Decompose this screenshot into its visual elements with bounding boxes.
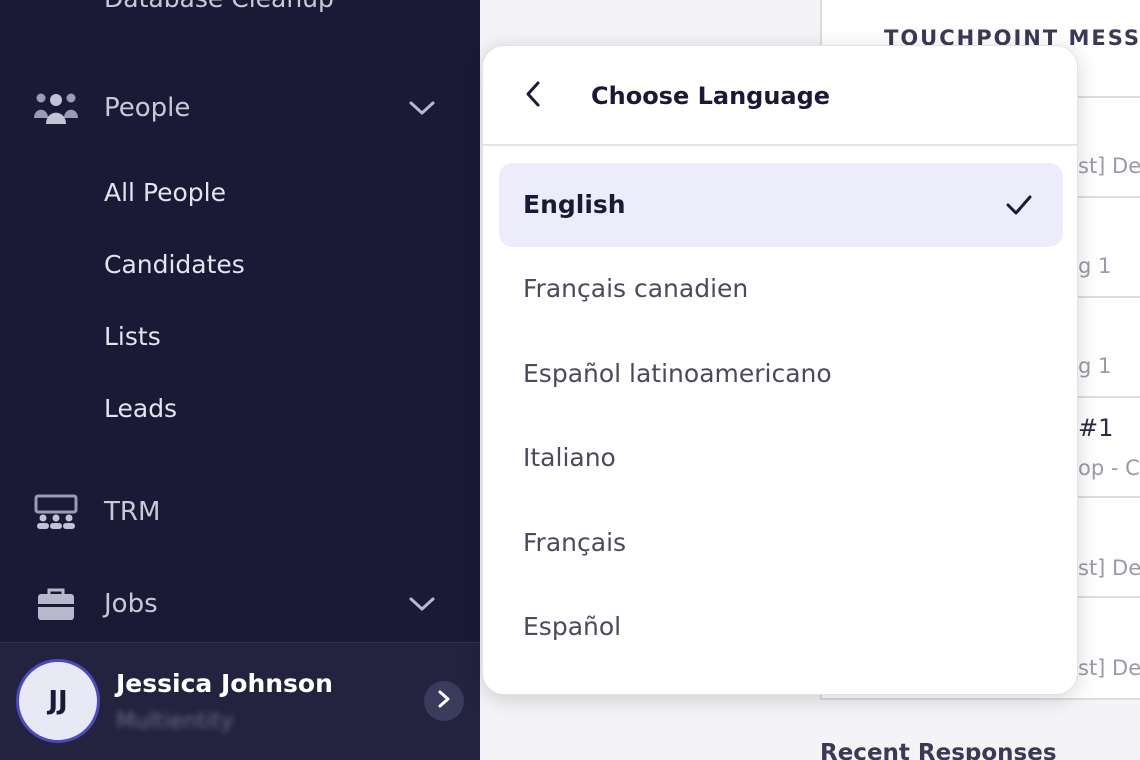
language-option-label: Français (523, 528, 627, 557)
chevron-down-icon[interactable] (408, 593, 436, 615)
row-text: g 1 (1078, 354, 1112, 378)
sidebar-subitem-candidates[interactable]: Candidates (104, 245, 245, 285)
language-option-label: Español (523, 612, 622, 641)
user-organization: Multientity (116, 709, 234, 734)
chevron-down-icon[interactable] (408, 97, 436, 119)
sidebar-item-trm[interactable]: TRM (0, 484, 480, 540)
row-text: st] De (1078, 154, 1140, 178)
language-option-label: Français canadien (523, 274, 749, 303)
back-button[interactable] (513, 76, 553, 116)
language-option-spanish-latin-american[interactable]: Español latinoamericano (499, 332, 1063, 416)
user-name: Jessica Johnson (116, 669, 333, 698)
sidebar-subitem-leads[interactable]: Leads (104, 389, 177, 429)
row-title: #1 (1078, 414, 1114, 442)
sidebar-item-label: Jobs (104, 589, 158, 619)
sidebar-subitem-lists[interactable]: Lists (104, 317, 161, 357)
language-option-label: Español latinoamericano (523, 359, 832, 388)
people-group-icon (32, 90, 80, 126)
recent-responses-heading: Recent Responses (820, 740, 1057, 760)
language-menu-header: Choose Language (483, 46, 1077, 146)
user-profile-bar[interactable]: JJ Jessica Johnson Multientity (0, 642, 480, 760)
sidebar-item-label: People (104, 93, 191, 123)
row-text: st] De (1078, 656, 1140, 680)
language-option-french-canadian[interactable]: Français canadien (499, 247, 1063, 331)
avatar-initials: JJ (48, 686, 68, 716)
sidebar-item-jobs[interactable]: Jobs (0, 576, 480, 632)
user-menu-button[interactable] (424, 681, 464, 721)
language-option-french[interactable]: Français (499, 501, 1063, 585)
language-option-label: English (523, 190, 626, 219)
sidebar-item-database-cleanup[interactable]: Database Cleanup (104, 0, 334, 13)
row-text: st] De (1078, 556, 1140, 580)
check-icon (1003, 190, 1035, 220)
briefcase-icon (32, 586, 80, 622)
language-menu: Choose Language English Français canadie… (482, 45, 1078, 695)
language-option-english[interactable]: English (499, 163, 1063, 247)
row-text: op - C (1078, 456, 1140, 480)
language-option-spanish[interactable]: Español (499, 585, 1063, 669)
sidebar-subitem-all-people[interactable]: All People (104, 173, 226, 213)
sidebar-item-people[interactable]: People (0, 80, 480, 136)
language-option-label: Italiano (523, 443, 616, 472)
chevron-left-icon (523, 79, 543, 113)
language-option-italian[interactable]: Italiano (499, 416, 1063, 500)
sidebar-item-label: TRM (104, 497, 161, 527)
presentation-audience-icon (32, 494, 80, 530)
chevron-right-icon (436, 689, 452, 713)
avatar: JJ (16, 659, 100, 743)
language-menu-title: Choose Language (591, 82, 831, 110)
row-text: g 1 (1078, 254, 1112, 278)
sidebar: Database Cleanup People All People Candi… (0, 0, 480, 760)
